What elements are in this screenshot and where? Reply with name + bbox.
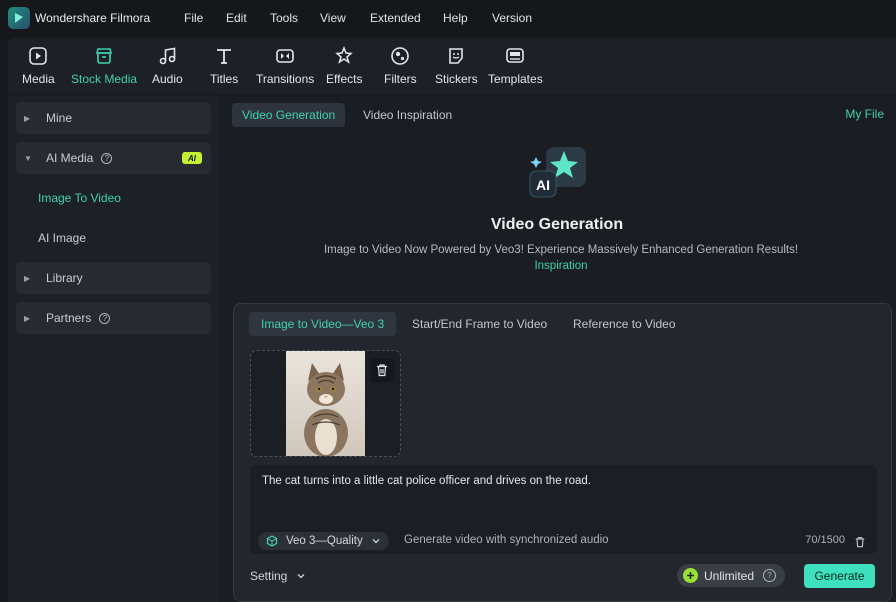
media-icon: [27, 45, 49, 67]
help-icon[interactable]: ?: [763, 569, 777, 582]
tab-image-to-video-veo3[interactable]: Image to Video—Veo 3: [249, 312, 397, 336]
filmora-logo-icon: [8, 7, 30, 29]
caret-right-icon: ▶: [24, 273, 31, 283]
main-panel: Video Generation Video Inspiration My Fi…: [218, 95, 896, 602]
ai-badge: AI: [182, 152, 202, 164]
delete-image-button[interactable]: [370, 358, 394, 382]
character-counter: 70/1500: [805, 534, 845, 546]
help-icon[interactable]: ?: [99, 312, 111, 324]
inspiration-link[interactable]: Inspiration: [218, 260, 896, 272]
hero-subtitle: Image to Video Now Powered by Veo3! Expe…: [323, 244, 799, 256]
toolbar-titles-label: Titles: [210, 72, 239, 86]
clear-prompt-button[interactable]: [854, 535, 866, 553]
unlimited-credits[interactable]: Unlimited ?: [677, 564, 785, 587]
toolbar-stickers[interactable]: Stickers: [435, 38, 478, 94]
uploaded-cat-image: [286, 351, 365, 456]
model-select-label: Veo 3—Quality: [286, 535, 363, 547]
sidebar-item-library-label: Library: [46, 271, 83, 285]
ai-magic-wand-icon: AI: [528, 143, 590, 205]
toolbar-media[interactable]: Media: [22, 38, 55, 94]
templates-icon: [504, 45, 526, 67]
toolbar-transitions[interactable]: Transitions: [256, 38, 314, 94]
caret-right-icon: ▶: [24, 113, 31, 123]
menu-tools[interactable]: Tools: [270, 11, 298, 25]
tab-video-generation[interactable]: Video Generation: [232, 103, 346, 127]
trash-icon: [377, 364, 387, 377]
sidebar-item-partners-label: Partners: [46, 311, 92, 325]
generation-panel: Image to Video—Veo 3 Start/End Frame to …: [233, 303, 892, 602]
menu-view[interactable]: View: [320, 11, 346, 25]
menu-version[interactable]: Version: [492, 11, 532, 25]
sidebar-item-image-to-video-label: Image To Video: [38, 191, 121, 205]
toolbar-templates-label: Templates: [488, 72, 543, 86]
toolbar-filters-label: Filters: [384, 72, 417, 86]
toolbar-audio[interactable]: Audio: [152, 38, 183, 94]
toolbar-effects[interactable]: Effects: [326, 38, 362, 94]
setting-label: Setting: [250, 569, 288, 583]
model-note: Generate video with synchronized audio: [404, 534, 609, 546]
plus-icon: [683, 568, 698, 583]
toolbar-stickers-label: Stickers: [435, 72, 478, 86]
unlimited-label: Unlimited: [704, 568, 755, 583]
menu-edit[interactable]: Edit: [226, 11, 247, 25]
transitions-icon: [274, 45, 296, 67]
sidebar: ▶ Mine ▼ AI Media ? AI Image To Video AI…: [8, 95, 218, 602]
toolbar-effects-label: Effects: [326, 72, 363, 86]
filters-icon: [389, 45, 411, 67]
toolbar-audio-label: Audio: [152, 72, 183, 86]
tab-video-inspiration[interactable]: Video Inspiration: [353, 103, 462, 127]
my-file-link[interactable]: My File: [845, 107, 884, 121]
tab-start-end-frame[interactable]: Start/End Frame to Video: [400, 312, 559, 336]
menu-file[interactable]: File: [184, 11, 203, 25]
chevron-down-icon: [297, 574, 305, 579]
menu-help[interactable]: Help: [443, 11, 468, 25]
sidebar-item-ai-image-label: AI Image: [38, 231, 87, 245]
image-upload-area[interactable]: [250, 350, 401, 457]
setting-toggle[interactable]: Setting: [250, 569, 306, 583]
sidebar-item-ai-media-label: AI Media: [46, 151, 94, 165]
effects-icon: [333, 45, 355, 67]
toolbar-stock-media[interactable]: Stock Media: [71, 38, 137, 94]
caret-right-icon: ▶: [24, 313, 31, 323]
sidebar-item-mine[interactable]: ▶ Mine: [16, 102, 211, 134]
caret-down-icon: ▼: [24, 153, 32, 163]
sidebar-item-ai-media[interactable]: ▼ AI Media ? AI: [16, 142, 211, 174]
sidebar-item-image-to-video[interactable]: Image To Video: [16, 182, 211, 214]
chevron-down-icon: [372, 539, 380, 544]
toolbar-transitions-label: Transitions: [256, 72, 315, 86]
sidebar-item-library[interactable]: ▶ Library: [16, 262, 211, 294]
audio-icon: [156, 45, 178, 67]
sidebar-item-mine-label: Mine: [46, 111, 73, 125]
sidebar-item-ai-image[interactable]: AI Image: [16, 222, 211, 254]
toolbar-titles[interactable]: Titles: [210, 38, 238, 94]
app-title: Wondershare Filmora: [35, 11, 151, 25]
toolbar-templates[interactable]: Templates: [488, 38, 543, 94]
prompt-text[interactable]: The cat turns into a little cat police o…: [262, 475, 591, 487]
hero-title: Video Generation: [490, 216, 624, 233]
svg-text:AI: AI: [536, 177, 550, 193]
toolbar-media-label: Media: [22, 72, 55, 86]
veo-model-icon: [266, 535, 278, 547]
prompt-input[interactable]: The cat turns into a little cat police o…: [250, 465, 877, 554]
media-toolbar: Media Stock Media Audio Titles Transitio…: [8, 38, 896, 94]
tab-reference-to-video[interactable]: Reference to Video: [561, 312, 688, 336]
menu-extended[interactable]: Extended: [370, 11, 421, 25]
titles-icon: [213, 45, 235, 67]
model-select[interactable]: Veo 3—Quality: [258, 532, 389, 550]
trash-icon: [855, 537, 865, 548]
title-bar: Wondershare Filmora File Edit Tools View…: [0, 0, 896, 36]
toolbar-stock-media-label: Stock Media: [71, 72, 138, 86]
stickers-icon: [445, 45, 467, 67]
toolbar-filters[interactable]: Filters: [384, 38, 417, 94]
sidebar-item-partners[interactable]: ▶ Partners ?: [16, 302, 211, 334]
stock-media-icon: [93, 45, 115, 67]
generate-button[interactable]: Generate: [804, 564, 875, 588]
help-icon[interactable]: ?: [101, 152, 113, 164]
